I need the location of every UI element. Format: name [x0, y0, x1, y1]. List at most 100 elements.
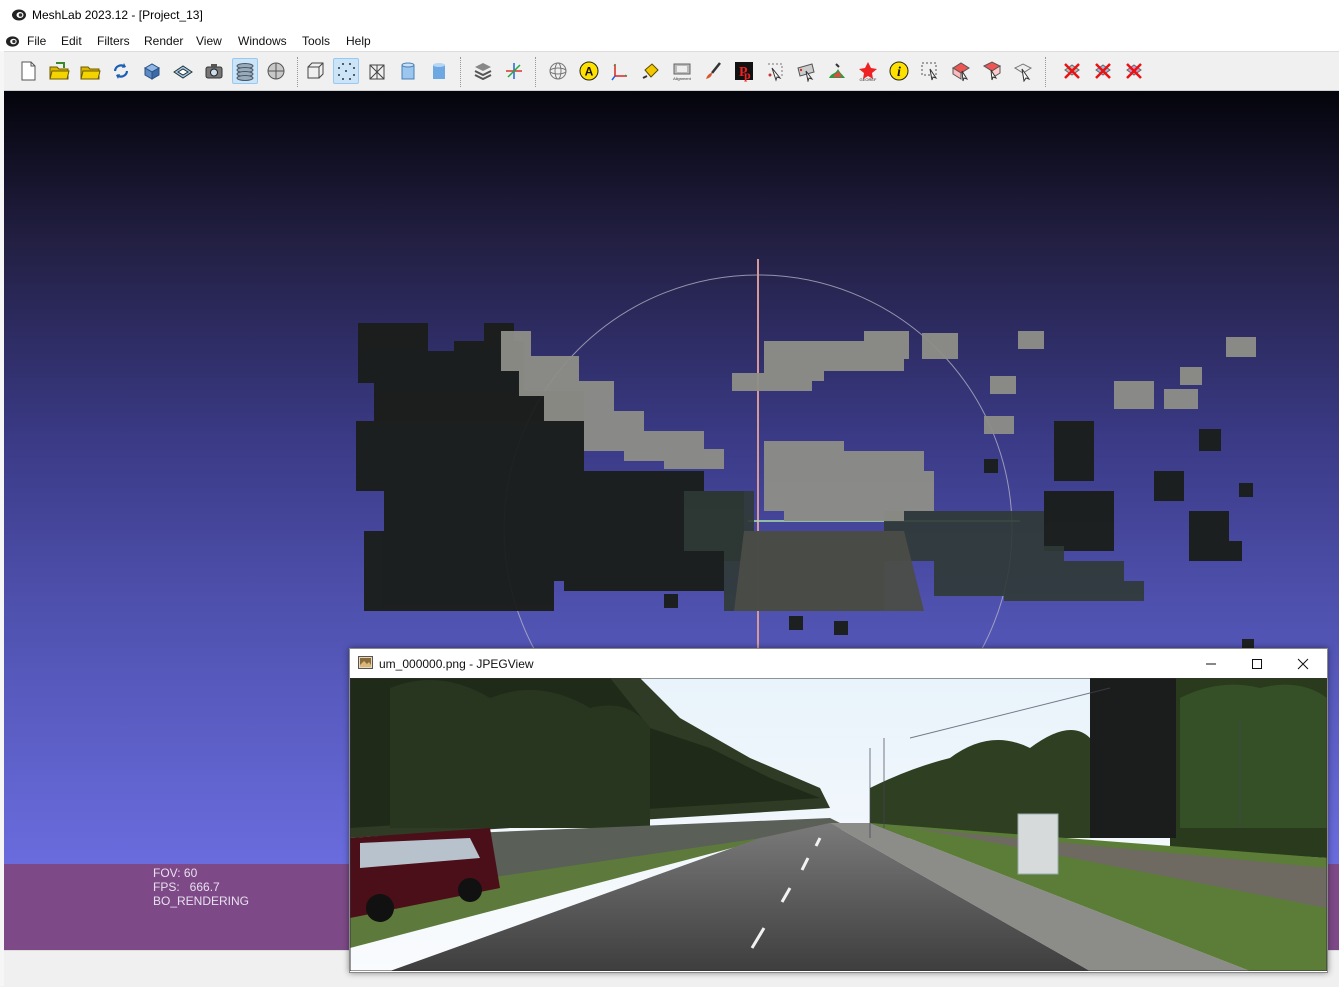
- menu-edit[interactable]: Edit: [61, 34, 82, 48]
- import-mesh-icon: [80, 66, 101, 80]
- minimize-button[interactable]: [1188, 649, 1234, 678]
- meshlab-logo-icon[interactable]: [5, 35, 20, 48]
- camera-button[interactable]: [201, 58, 227, 84]
- reload-button[interactable]: [108, 58, 134, 84]
- select-rect-button[interactable]: [917, 58, 943, 84]
- layers-button[interactable]: [232, 58, 258, 84]
- paint-bucket-button[interactable]: [638, 58, 664, 84]
- axes-button[interactable]: [607, 58, 633, 84]
- minimize-icon: [1206, 663, 1216, 664]
- select-rect-icon: [921, 62, 938, 81]
- new-project-icon: [21, 61, 36, 81]
- new-project-button[interactable]: [15, 58, 41, 84]
- smooth-shading-button[interactable]: [426, 58, 452, 84]
- svg-text:A: A: [585, 65, 594, 79]
- flat-icon: [401, 62, 415, 80]
- points-button[interactable]: [333, 58, 359, 84]
- bounding-box-icon: [307, 62, 324, 79]
- toolbar-separator: [1045, 57, 1047, 87]
- select-z-button[interactable]: [1010, 58, 1036, 84]
- select-connected-button[interactable]: [793, 58, 819, 84]
- bounding-box-button[interactable]: [302, 58, 328, 84]
- select-connected-icon: [797, 63, 815, 82]
- import-mesh-button[interactable]: [77, 58, 103, 84]
- flat-shading-button[interactable]: [395, 58, 421, 84]
- delete-faces-button[interactable]: [1090, 58, 1116, 84]
- select-z-icon: [1013, 63, 1033, 82]
- brush-button[interactable]: [700, 58, 726, 84]
- raster-button[interactable]: [263, 58, 289, 84]
- toolbar-separator: [460, 57, 462, 87]
- title-bar: MeshLab 2023.12 - [Project_13]: [0, 0, 1339, 31]
- svg-text:Alignment: Alignment: [673, 76, 692, 81]
- close-icon: [1297, 658, 1309, 669]
- select-region-button[interactable]: [979, 58, 1005, 84]
- meshlab-logo-icon: [12, 9, 26, 21]
- menu-help[interactable]: Help: [346, 34, 371, 48]
- select-vertices-icon: [768, 63, 783, 82]
- menu-file[interactable]: File: [27, 34, 46, 48]
- open-project-icon: [49, 62, 70, 80]
- align-button[interactable]: Alignment: [669, 58, 695, 84]
- fps-readout: FPS: 666.7: [153, 880, 220, 894]
- menu-render[interactable]: Render: [144, 34, 183, 48]
- select-region-icon: [982, 61, 1002, 81]
- jpegview-window[interactable]: um_000000.png - JPEGView: [349, 648, 1328, 973]
- annotation-button[interactable]: A: [576, 58, 602, 84]
- points-icon: [338, 63, 355, 80]
- street-photo: [350, 678, 1327, 971]
- window-title: MeshLab 2023.12 - [Project_13]: [32, 8, 203, 22]
- reload-icon: [113, 63, 129, 79]
- image-file-icon: [358, 656, 373, 669]
- delete-all-icon: [1126, 63, 1142, 79]
- align-icon: Alignment: [673, 63, 692, 81]
- export-mesh-icon: [143, 63, 161, 80]
- layers-icon: [236, 63, 254, 81]
- delete-faces-icon: [1095, 63, 1111, 79]
- svg-text:GEOREF: GEOREF: [860, 77, 877, 82]
- svg-text:i: i: [897, 65, 901, 80]
- trackball-button[interactable]: [545, 58, 571, 84]
- close-button[interactable]: [1280, 649, 1326, 678]
- layer-stack-button[interactable]: [470, 58, 496, 84]
- toolbar-separator: [535, 57, 537, 87]
- svg-text:p: p: [744, 68, 751, 82]
- wireframe-button[interactable]: [364, 58, 390, 84]
- export-mesh-button[interactable]: [139, 58, 165, 84]
- select-faces-icon: [952, 62, 970, 82]
- maximize-button[interactable]: [1234, 649, 1280, 678]
- axis-gizmo-icon: [506, 63, 522, 79]
- jpegview-title-bar[interactable]: um_000000.png - JPEGView: [350, 649, 1327, 678]
- layer-stack-icon: [474, 63, 492, 81]
- open-project-button[interactable]: [46, 58, 72, 84]
- menu-windows[interactable]: Windows: [238, 34, 287, 48]
- select-faces-button[interactable]: [948, 58, 974, 84]
- georef-button[interactable]: GEOREF: [855, 58, 881, 84]
- menu-tools[interactable]: Tools: [302, 34, 330, 48]
- axes-icon: [611, 63, 628, 81]
- axis-gizmo-button[interactable]: [501, 58, 527, 84]
- pickpoints-button[interactable]: Pp: [731, 58, 757, 84]
- raster-icon: [267, 62, 285, 80]
- menu-view[interactable]: View: [196, 34, 222, 48]
- save-snapshot-icon: [173, 65, 193, 79]
- wireframe-icon: [369, 64, 385, 80]
- trackball-icon: [549, 62, 567, 80]
- main-toolbar: A Alignment Pp GEOREF i: [4, 51, 1339, 91]
- paint-mesh-icon: [829, 63, 845, 78]
- camera-icon: [205, 64, 223, 79]
- menu-bar: File Edit Filters Render View Windows To…: [0, 31, 1339, 51]
- save-snapshot-button[interactable]: [170, 58, 196, 84]
- jpegview-title: um_000000.png - JPEGView: [379, 657, 534, 671]
- paint-bucket-icon: [642, 63, 659, 79]
- paint-mesh-button[interactable]: [824, 58, 850, 84]
- pickpoints-icon: Pp: [735, 62, 753, 82]
- delete-all-button[interactable]: [1121, 58, 1147, 84]
- delete-vertices-button[interactable]: [1059, 58, 1085, 84]
- info-icon: i: [889, 61, 909, 81]
- rendering-mode-readout: BO_RENDERING: [153, 894, 250, 908]
- info-button[interactable]: i: [886, 58, 912, 84]
- select-vertices-button[interactable]: [762, 58, 788, 84]
- menu-filters[interactable]: Filters: [97, 34, 130, 48]
- annotation-a-icon: A: [579, 61, 599, 81]
